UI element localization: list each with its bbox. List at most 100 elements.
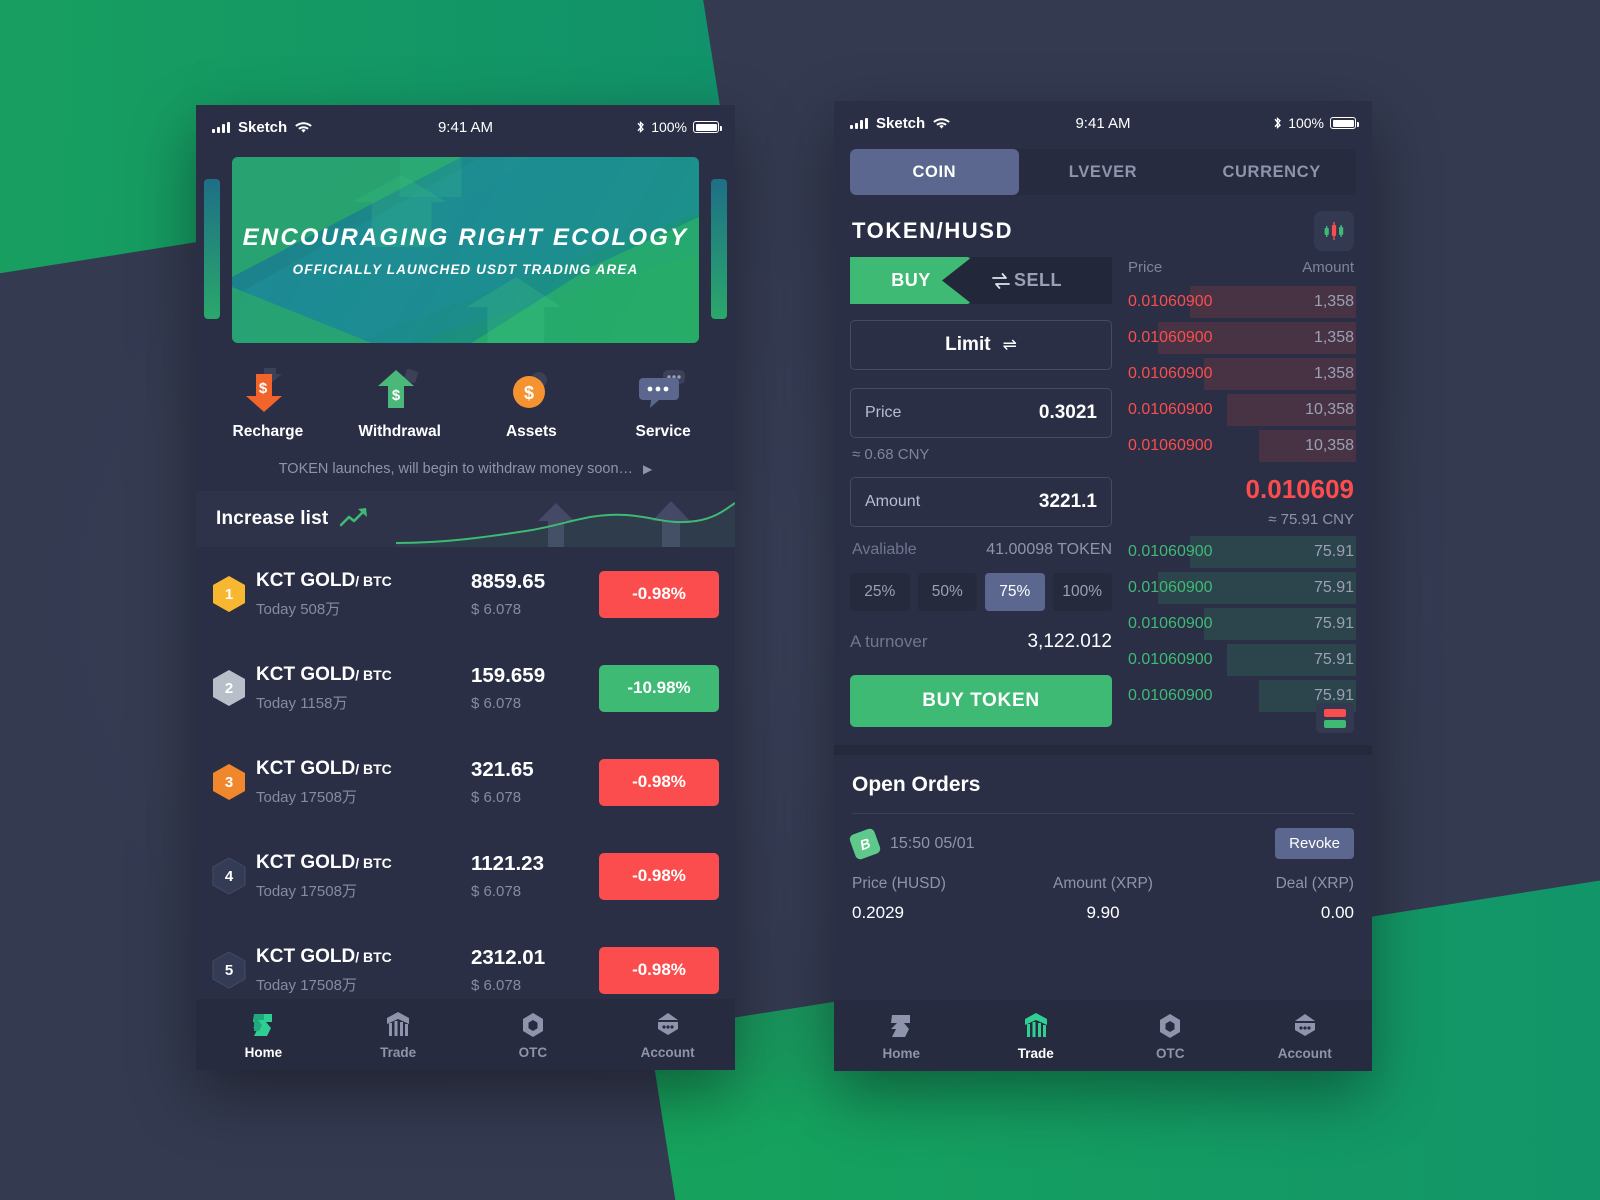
change-badge[interactable]: -0.98% — [599, 570, 719, 618]
today-volume: Today 1158万 — [256, 694, 348, 712]
tab-label: Trade — [380, 1044, 417, 1060]
pair-quote: / BTC — [355, 572, 392, 589]
percent-25[interactable]: 25% — [850, 573, 910, 611]
pair-quote: / BTC — [355, 854, 392, 871]
swap-vertical-icon: ⇌ — [1002, 335, 1017, 354]
tab-coin[interactable]: COIN — [850, 149, 1019, 195]
order-book-bid-row[interactable]: 0.01060900 75.91 — [1126, 534, 1356, 570]
rank-badge-icon: 3 — [212, 763, 246, 801]
ask-price: 0.01060900 — [1128, 293, 1213, 310]
promo-banner[interactable]: ENCOURAGING RIGHT ECOLOGY OFFICIALLY LAU… — [232, 157, 699, 343]
percent-100[interactable]: 100% — [1052, 573, 1112, 611]
quick-action-label: Recharge — [232, 423, 304, 440]
tab-account[interactable]: Account — [1238, 1011, 1373, 1061]
signal-bars-icon — [212, 121, 230, 133]
percent-50[interactable]: 50% — [917, 573, 977, 611]
signal-bars-icon — [850, 117, 868, 129]
announcement-ticker[interactable]: TOKEN launches, will begin to withdraw m… — [196, 451, 735, 491]
pair-quote: / BTC — [355, 948, 392, 965]
svg-text:$: $ — [524, 383, 534, 403]
tab-label: Home — [882, 1045, 920, 1061]
quick-action-assets[interactable]: $ Assets — [466, 365, 598, 441]
change-badge[interactable]: -0.98% — [599, 758, 719, 806]
price-value: 1121.23 — [471, 852, 544, 875]
amount-value: 3221.1 — [1038, 491, 1097, 512]
table-row[interactable]: 3 KCT GOLD/ BTC Today 17508万 321.65 $ 6.… — [196, 735, 735, 829]
order-book-amount-header: Amount — [1302, 259, 1354, 276]
today-volume: Today 17508万 — [256, 882, 357, 900]
pair-base: KCT GOLD — [256, 663, 356, 685]
rank-number: 2 — [224, 679, 234, 697]
table-row[interactable]: 1 KCT GOLD/ BTC Today 508万 8859.65 $ 6.0… — [196, 547, 735, 641]
today-volume: Today 17508万 — [256, 976, 357, 994]
banner-peek-right[interactable] — [711, 179, 727, 319]
pair-base: KCT GOLD — [256, 569, 356, 591]
available-value: 41.00098 TOKEN — [986, 541, 1112, 558]
battery-icon — [693, 121, 722, 133]
promo-banner-area: ENCOURAGING RIGHT ECOLOGY OFFICIALLY LAU… — [196, 149, 735, 347]
tab-currency[interactable]: CURRENCY — [1187, 149, 1356, 195]
tab-account[interactable]: Account — [600, 1010, 735, 1060]
pair-name: KCT GOLD/ BTC — [256, 758, 471, 780]
order-book-price-header: Price — [1128, 259, 1163, 276]
order-book-ask-row[interactable]: 0.01060900 10,358 — [1126, 428, 1356, 464]
price-input[interactable]: Price 0.3021 — [850, 388, 1112, 438]
order-book-ask-row[interactable]: 0.01060900 1,358 — [1126, 320, 1356, 356]
rank-badge-icon: 5 — [212, 951, 246, 989]
ask-amount: 1,358 — [1313, 365, 1354, 382]
tab-trade[interactable]: Trade — [331, 1010, 466, 1060]
status-bar-left: Sketch 9:41 AM 100% — [196, 105, 735, 149]
battery-icon — [1330, 117, 1359, 129]
order-book: Price Amount 0.01060900 1,358 0.01060900… — [1112, 257, 1356, 733]
table-row[interactable]: 4 KCT GOLD/ BTC Today 17508万 1121.23 $ 6… — [196, 829, 735, 923]
amount-input[interactable]: Amount 3221.1 — [850, 477, 1112, 527]
revoke-button[interactable]: Revoke — [1275, 828, 1354, 859]
change-badge[interactable]: -10.98% — [599, 664, 719, 712]
percent-75[interactable]: 75% — [985, 573, 1045, 611]
quick-action-service[interactable]: Service — [597, 365, 729, 441]
swap-icon[interactable] — [990, 257, 1012, 304]
table-row[interactable]: 2 KCT GOLD/ BTC Today 1158万 159.659 $ 6.… — [196, 641, 735, 735]
tab-lvever[interactable]: LVEVER — [1019, 149, 1188, 195]
banner-peek-left[interactable] — [204, 179, 220, 319]
price-value: 8859.65 — [471, 570, 546, 593]
ask-amount: 10,358 — [1305, 401, 1354, 418]
depth-toggle-icon[interactable] — [1316, 703, 1354, 733]
order-book-bid-row[interactable]: 0.01060900 75.91 — [1126, 642, 1356, 678]
tab-home[interactable]: Home — [834, 1011, 969, 1061]
order-book-ask-row[interactable]: 0.01060900 1,358 — [1126, 356, 1356, 392]
arrow-up-dollar-icon: $ — [334, 365, 466, 417]
tab-label: OTC — [518, 1044, 548, 1060]
order-book-bid-row[interactable]: 0.01060900 75.91 — [1126, 606, 1356, 642]
last-price-block: 0.010609 ≈ 75.91 CNY — [1126, 464, 1356, 534]
tab-otc[interactable]: OTC — [466, 1010, 601, 1060]
quick-action-recharge[interactable]: $ Recharge — [202, 365, 334, 441]
change-badge[interactable]: -0.98% — [599, 852, 719, 900]
sell-tab[interactable]: SELL — [942, 257, 1112, 304]
bluetooth-icon — [637, 121, 645, 133]
order-type-dropdown[interactable]: Limit ⇌ — [850, 320, 1112, 370]
buy-token-button[interactable]: BUY TOKEN — [850, 675, 1112, 727]
available-balance: Avaliable 41.00098 TOKEN — [852, 541, 1112, 559]
status-bar-right-group: 100% — [1273, 115, 1359, 131]
candlestick-icon[interactable] — [1314, 211, 1354, 251]
order-book-bid-row[interactable]: 0.01060900 75.91 — [1126, 570, 1356, 606]
pair-cell: KCT GOLD/ BTC Today 17508万 — [256, 852, 471, 901]
bid-price: 0.01060900 — [1128, 651, 1213, 668]
open-order-columns: Price (HUSD) 0.2029 Amount (XRP) 9.90 De… — [852, 875, 1354, 923]
today-volume: Today 508万 — [256, 600, 341, 618]
order-book-ask-row[interactable]: 0.01060900 1,358 — [1126, 284, 1356, 320]
tab-trade[interactable]: Trade — [969, 1011, 1104, 1061]
announcement-text: TOKEN launches, will begin to withdraw m… — [278, 461, 634, 477]
price-cell: 2312.01 $ 6.078 — [471, 946, 599, 994]
wifi-icon — [933, 117, 951, 129]
pair-name: KCT GOLD/ BTC — [256, 946, 471, 968]
tab-home[interactable]: Home — [196, 1010, 331, 1060]
bid-amount: 75.91 — [1313, 543, 1354, 560]
bottom-tab-bar-left: Home Trade OTC Account — [196, 999, 735, 1070]
order-book-ask-row[interactable]: 0.01060900 10,358 — [1126, 392, 1356, 428]
pair-cell: KCT GOLD/ BTC Today 17508万 — [256, 758, 471, 807]
change-badge[interactable]: -0.98% — [599, 946, 719, 994]
tab-otc[interactable]: OTC — [1103, 1011, 1238, 1061]
quick-action-withdrawal[interactable]: $ Withdrawal — [334, 365, 466, 441]
